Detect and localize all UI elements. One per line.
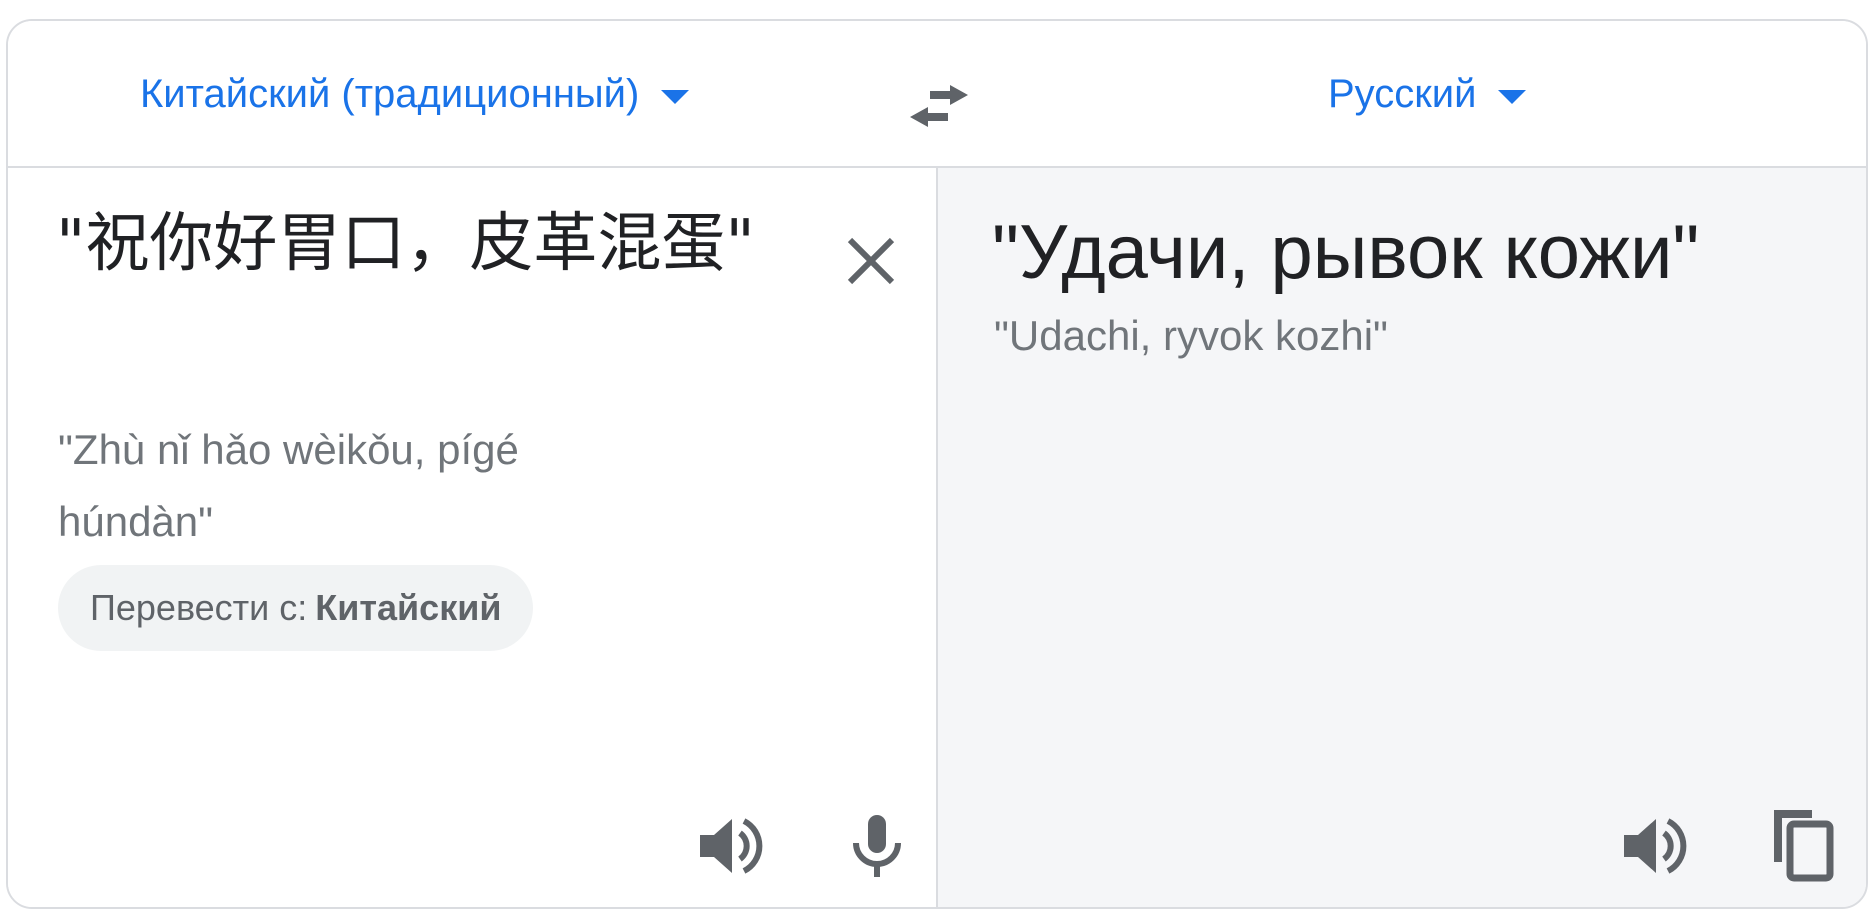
close-icon [847, 237, 895, 285]
swap-arrows-icon [910, 85, 968, 127]
swap-languages-button[interactable] [906, 79, 972, 133]
source-language-select[interactable]: Китайский (традиционный) [140, 69, 690, 119]
translated-text: "Удачи, рывок кожи" [992, 210, 1700, 295]
dropdown-caret-icon [661, 90, 690, 104]
microphone-icon [853, 815, 901, 877]
target-language-label: Русский [1328, 71, 1477, 116]
speaker-icon [700, 818, 763, 874]
target-panel: "Удачи, рывок кожи" "Udachi, ryvok kozhi… [938, 168, 1866, 907]
clear-source-button[interactable] [844, 234, 898, 288]
source-language-label: Китайский (традиционный) [140, 71, 640, 116]
target-transliteration: "Udachi, ryvok kozhi" [994, 312, 1388, 359]
source-text-input[interactable]: "祝你好胃口，皮革混蛋" [56, 196, 756, 292]
language-bar: Китайский (традиционный) Русский [8, 21, 1866, 168]
source-panel: "祝你好胃口，皮革混蛋" "Zhù nǐ hǎo wèikǒu, pígé hú… [8, 168, 938, 907]
listen-translation-button[interactable] [1618, 811, 1688, 881]
target-language-select[interactable]: Русский [1328, 69, 1527, 119]
copy-translation-button[interactable] [1766, 806, 1836, 882]
dropdown-caret-icon [1498, 90, 1527, 104]
detect-chip-language: Китайский [315, 587, 502, 628]
listen-source-button[interactable] [694, 811, 764, 881]
voice-input-button[interactable] [842, 811, 912, 881]
source-transliteration: "Zhù nǐ hǎo wèikǒu, pígé húndàn" [58, 426, 519, 545]
translate-card: Китайский (традиционный) Русский "祝你好胃口，… [6, 19, 1868, 909]
copy-icon [1774, 810, 1834, 882]
speaker-icon [1624, 818, 1687, 874]
detect-chip-prefix: Перевести с: [90, 587, 308, 628]
detected-language-chip[interactable]: Перевести с: Китайский [58, 565, 534, 651]
